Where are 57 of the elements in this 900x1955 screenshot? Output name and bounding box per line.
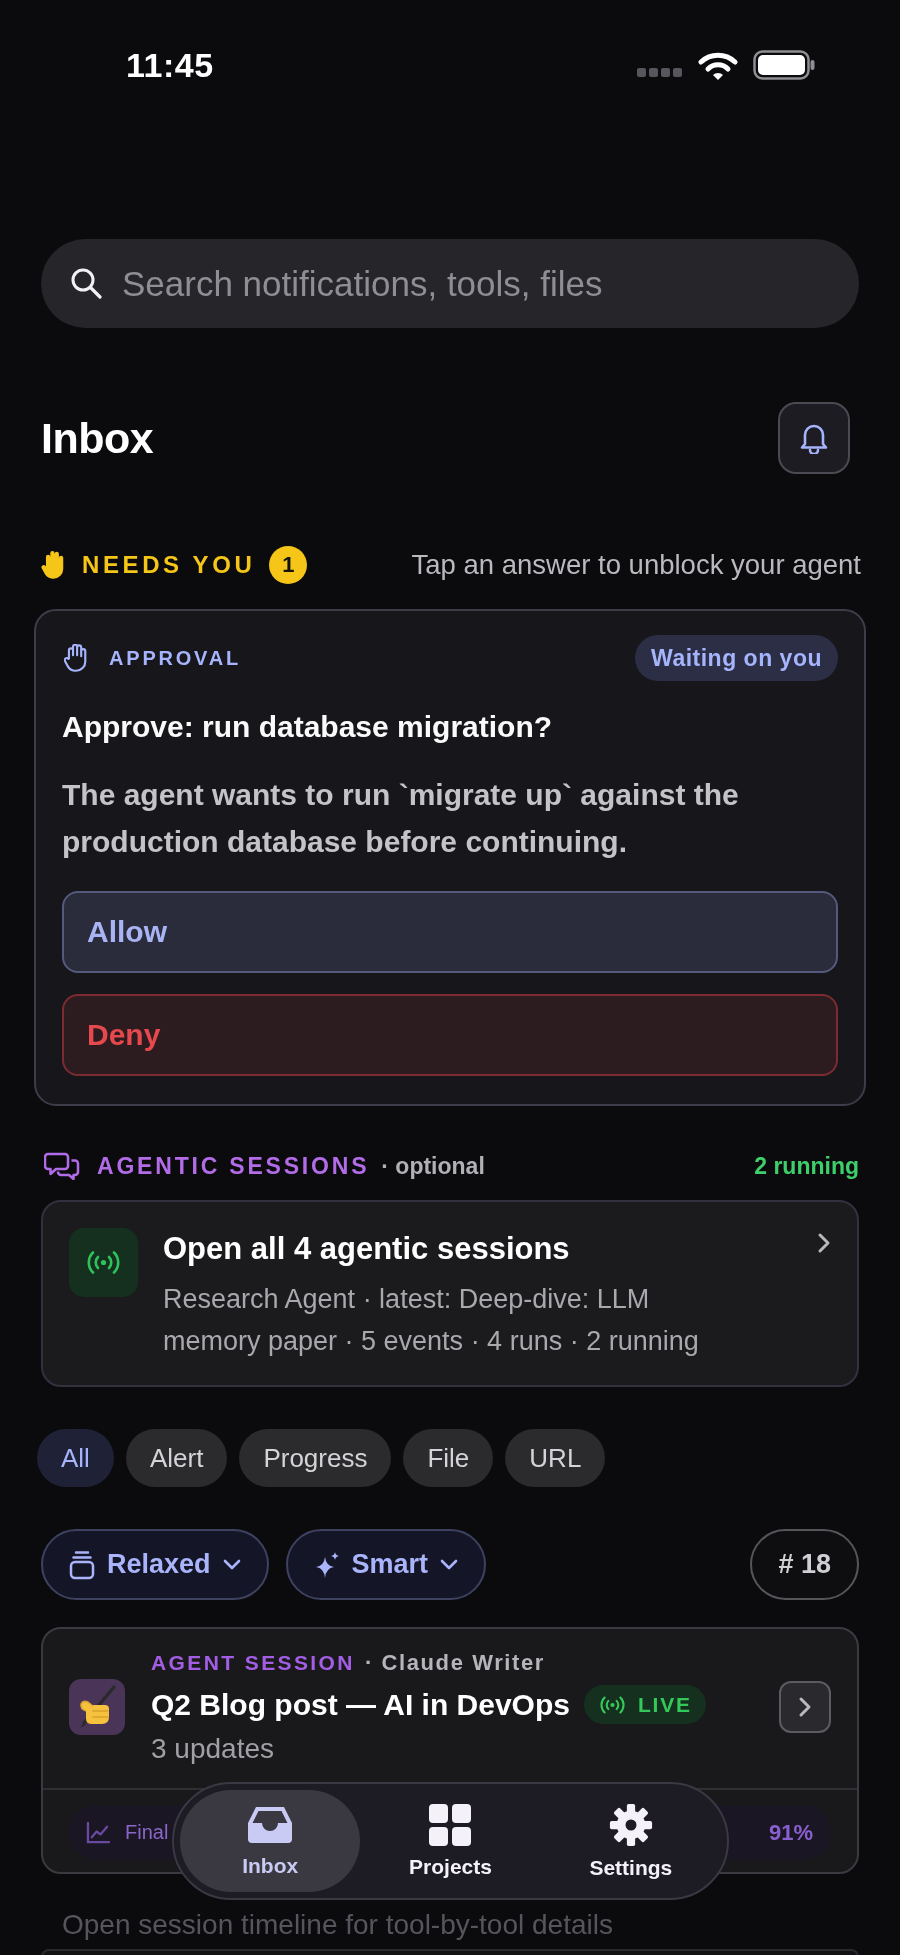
density-dropdown[interactable]: Relaxed	[41, 1529, 269, 1600]
session-type-label: AGENT SESSION	[151, 1650, 355, 1676]
progress-label: Final	[125, 1821, 169, 1844]
update-count: 3 updates	[151, 1733, 275, 1765]
tab[interactable]: Inbox	[180, 1790, 361, 1892]
deny-button[interactable]: Deny	[62, 994, 838, 1076]
search-field[interactable]: Search notifications, tools, files	[41, 239, 859, 328]
section-hint: Tap an answer to unblock your agent	[411, 549, 861, 581]
section-title: AGENTIC SESSIONS	[97, 1152, 370, 1180]
page-title: Inbox	[41, 413, 154, 463]
session-title: Q2 Blog post — AI in DevOps	[151, 1687, 570, 1723]
settings-icon	[608, 1802, 653, 1847]
filter-chip[interactable]: Alert	[125, 1429, 228, 1487]
card-type-label: APPROVAL	[109, 646, 242, 670]
count-badge: 1	[269, 546, 308, 584]
chevron-right-icon	[817, 1232, 831, 1254]
notifications-button[interactable]	[778, 402, 850, 474]
card-title: Approve: run database migration?	[62, 709, 554, 745]
stack-icon	[69, 1549, 95, 1580]
sessions-card[interactable]: Open all 4 agentic sessions Research Agent · latest: Deep-dive: LLM memory paper · 5 events · 4 runs · 2 running	[41, 1200, 859, 1387]
raised-hand-icon	[41, 551, 65, 579]
hand-icon	[64, 644, 87, 672]
progress-value: 91%	[768, 1819, 813, 1846]
chevron-right-icon	[798, 1696, 812, 1718]
section-note: · optional	[381, 1152, 485, 1180]
chevron-down-icon	[440, 1559, 459, 1570]
filter-chip[interactable]: File	[403, 1429, 494, 1487]
count-button[interactable]: # 18	[750, 1529, 859, 1600]
card-subtitle: Research Agent · latest: Deep-dive: LLM memory paper · 5 events · 4 runs · 2 running	[163, 1283, 700, 1358]
chevron-down-icon	[222, 1559, 241, 1570]
signal-icon	[637, 67, 683, 77]
sort-dropdown[interactable]: Smart	[285, 1529, 487, 1600]
running-count: 2 running	[754, 1152, 859, 1180]
search-icon	[70, 267, 102, 299]
session-source: · Claude Writer	[364, 1649, 545, 1677]
battery-icon	[753, 50, 815, 80]
live-label: LIVE	[637, 1692, 692, 1717]
feed-hint: Open session timeline for tool-by-tool details	[62, 1910, 614, 1940]
line-chart-icon	[86, 1821, 111, 1844]
bell-icon	[800, 422, 828, 454]
wifi-icon	[698, 50, 738, 80]
open-button[interactable]	[779, 1681, 831, 1733]
chat-bubbles-icon	[44, 1152, 80, 1180]
card-body: The agent wants to run `migrate up` against the production database before continuing.	[62, 777, 740, 860]
filter-chip[interactable]: Progress	[239, 1429, 392, 1487]
broadcast-icon	[69, 1228, 138, 1297]
section-title: NEEDS YOU	[82, 551, 256, 579]
inbox-tray-icon	[246, 1804, 295, 1845]
status-badge: Waiting on you	[635, 635, 838, 681]
status-time: 11:45	[126, 45, 214, 85]
grid-icon	[429, 1803, 472, 1846]
allow-button[interactable]: Allow	[62, 891, 838, 973]
broadcast-icon	[597, 1695, 627, 1714]
card-title: Open all 4 agentic sessions	[163, 1230, 571, 1268]
writing-hand-icon	[69, 1679, 125, 1735]
filter-chip[interactable]: URL	[505, 1429, 606, 1487]
filter-chip[interactable]: All	[37, 1429, 114, 1487]
